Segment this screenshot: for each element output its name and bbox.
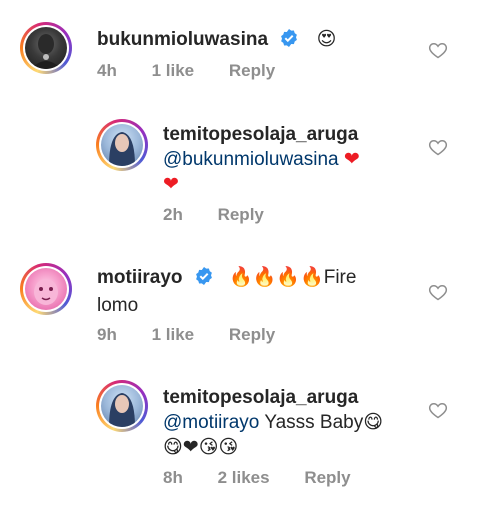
heart-outline-icon[interactable] — [428, 282, 450, 304]
avatar[interactable] — [20, 263, 72, 315]
comment-body: Yasss Baby — [264, 412, 364, 433]
username[interactable]: motiirayo — [97, 267, 183, 288]
username[interactable]: temitopesolaja_aruga — [163, 387, 358, 408]
comment-item: motiirayo 🔥🔥🔥🔥Fire lomo 9h 1 like Reply — [0, 240, 480, 370]
timestamp[interactable]: 4h — [97, 61, 117, 81]
comment-body: lomo — [97, 295, 139, 316]
comment-text: temitopesolaja_aruga @motiirayo Yasss Ba… — [163, 385, 423, 460]
comment-meta: 8h 2 likes Reply — [163, 468, 381, 488]
like-count[interactable]: 1 like — [152, 61, 195, 81]
comment-item: bukunmioluwasina 😍 4h 1 like Reply — [0, 0, 480, 105]
reply-button[interactable]: Reply — [229, 325, 275, 345]
reply-item: temitopesolaja_aruga @bukunmioluwasina ❤… — [0, 105, 480, 240]
comment-text: temitopesolaja_aruga @bukunmioluwasina ❤… — [163, 122, 463, 197]
verified-badge-icon — [194, 266, 214, 293]
timestamp[interactable]: 2h — [163, 205, 183, 225]
like-count[interactable]: 1 like — [152, 325, 195, 345]
like-count[interactable]: 2 likes — [218, 468, 270, 488]
comment-meta: 2h Reply — [163, 205, 294, 225]
timestamp[interactable]: 9h — [97, 325, 117, 345]
emoji: 🔥🔥🔥🔥 — [229, 266, 324, 288]
heart-outline-icon[interactable] — [428, 137, 450, 159]
comment-text: motiirayo 🔥🔥🔥🔥Fire lomo — [97, 265, 417, 318]
comment-meta: 9h 1 like Reply — [97, 325, 305, 345]
emoji: 😍 — [316, 28, 337, 50]
username[interactable]: bukunmioluwasina — [97, 29, 268, 50]
mention-link[interactable]: @motiirayo — [163, 412, 259, 433]
reply-button[interactable]: Reply — [218, 205, 264, 225]
verified-badge-icon — [279, 28, 299, 55]
heart-outline-icon[interactable] — [428, 40, 450, 62]
mention-link[interactable]: @bukunmioluwasina — [163, 149, 339, 170]
reply-button[interactable]: Reply — [304, 468, 350, 488]
reply-item: temitopesolaja_aruga @motiirayo Yasss Ba… — [0, 370, 480, 514]
comment-text: bukunmioluwasina 😍 — [97, 27, 397, 55]
emoji: ❤ — [343, 148, 360, 170]
comment-meta: 4h 1 like Reply — [97, 61, 305, 81]
avatar[interactable] — [96, 380, 148, 432]
avatar[interactable] — [20, 22, 72, 74]
emoji: ❤ — [163, 173, 179, 195]
timestamp[interactable]: 8h — [163, 468, 183, 488]
heart-outline-icon[interactable] — [428, 400, 450, 422]
emoji: 😋 — [363, 411, 384, 433]
username[interactable]: temitopesolaja_aruga — [163, 124, 358, 145]
emoji: 😋❤😘😘 — [163, 436, 239, 458]
avatar[interactable] — [96, 119, 148, 171]
comment-body: Fire — [323, 267, 357, 288]
reply-button[interactable]: Reply — [229, 61, 275, 81]
comment-thread: bukunmioluwasina 😍 4h 1 like Reply temit… — [0, 0, 480, 514]
